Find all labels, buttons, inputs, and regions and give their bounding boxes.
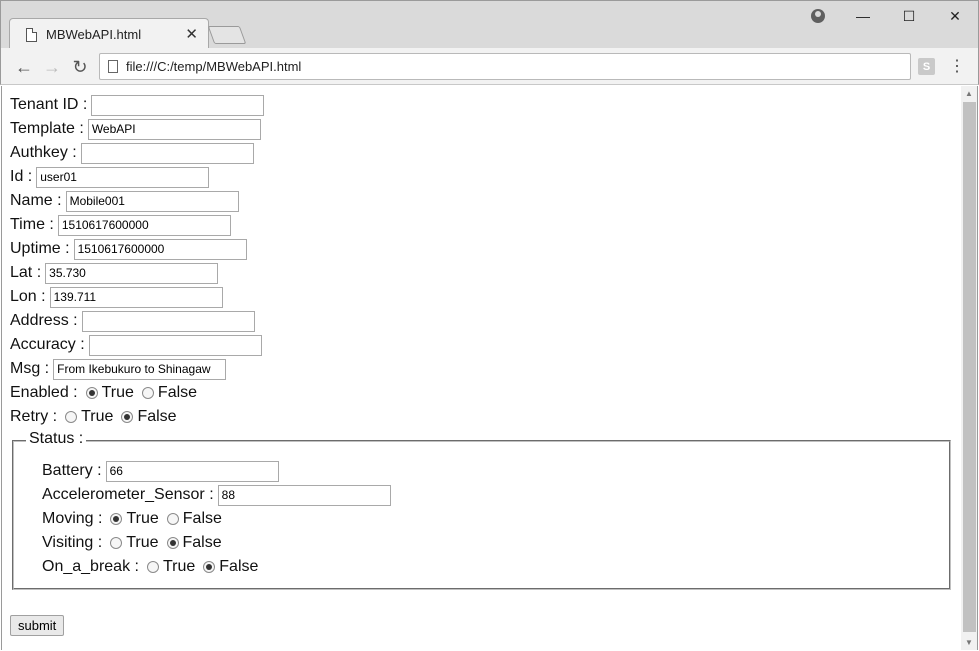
moving-true-label: True <box>126 510 159 527</box>
moving-false-radio[interactable] <box>166 513 179 525</box>
retry-false-radio[interactable] <box>121 411 134 423</box>
authkey-row: Authkey : <box>10 141 254 165</box>
moving-false-label: False <box>182 510 222 527</box>
time-label: Time : <box>10 216 54 233</box>
maximize-button[interactable]: ☐ <box>886 1 932 31</box>
tab-close-icon[interactable]: ✕ <box>185 25 198 43</box>
new-tab-button[interactable] <box>207 26 247 44</box>
visiting-true-radio[interactable] <box>110 537 123 549</box>
id-label: Id : <box>10 168 33 185</box>
enabled-row: Enabled : True False <box>10 381 197 405</box>
visiting-false-radio[interactable] <box>166 537 179 549</box>
accuracy-label: Accuracy : <box>10 336 85 353</box>
scroll-thumb[interactable] <box>963 102 976 632</box>
enabled-false-label: False <box>157 384 198 401</box>
page-content: Tenant ID : Template : Authkey : Id : Na… <box>1 86 961 650</box>
scroll-up-icon[interactable]: ▲ <box>965 89 973 98</box>
on-a-break-false-label: False <box>219 558 259 575</box>
name-row: Name : <box>10 189 239 213</box>
uptime-input[interactable] <box>73 238 247 260</box>
url-text: file:///C:/temp/MBWebAPI.html <box>126 59 302 74</box>
msg-input[interactable] <box>53 358 227 380</box>
close-window-button[interactable]: ✕ <box>932 1 978 31</box>
uptime-label: Uptime : <box>10 240 70 257</box>
tenant-id-input[interactable] <box>91 94 265 116</box>
lat-row: Lat : <box>10 261 219 285</box>
lon-input[interactable] <box>49 286 223 308</box>
vertical-scrollbar[interactable]: ▲ ▼ <box>961 86 978 650</box>
on-a-break-row: On_a_break : True False <box>42 555 258 579</box>
tab-title: MBWebAPI.html <box>46 27 142 42</box>
retry-false-label: False <box>137 408 177 425</box>
accuracy-row: Accuracy : <box>10 333 262 357</box>
submit-button[interactable]: submit <box>10 615 65 636</box>
minimize-button[interactable]: — <box>840 1 886 31</box>
moving-row: Moving : True False <box>42 507 222 531</box>
enabled-false-radio[interactable] <box>141 387 154 399</box>
address-label: Address : <box>10 312 78 329</box>
name-label: Name : <box>10 192 62 209</box>
msg-label: Msg : <box>10 360 50 377</box>
address-input[interactable] <box>81 310 255 332</box>
time-row: Time : <box>10 213 231 237</box>
visiting-label: Visiting : <box>42 534 103 551</box>
id-input[interactable] <box>36 166 210 188</box>
tenant-id-label: Tenant ID : <box>10 96 88 113</box>
battery-row: Battery : <box>42 459 279 483</box>
profile-icon[interactable] <box>811 9 825 23</box>
status-legend: Status : <box>26 430 87 448</box>
accelerometer-label: Accelerometer_Sensor : <box>42 486 214 503</box>
on-a-break-false-radio[interactable] <box>203 561 216 573</box>
battery-label: Battery : <box>42 462 102 479</box>
window-titlebar: MBWebAPI.html ✕ — ☐ ✕ <box>0 0 979 49</box>
enabled-true-radio[interactable] <box>85 387 98 399</box>
name-input[interactable] <box>65 190 239 212</box>
accelerometer-input[interactable] <box>217 484 391 506</box>
back-button[interactable]: ← <box>13 56 35 78</box>
on-a-break-true-label: True <box>162 558 196 575</box>
enabled-label: Enabled : <box>10 384 78 401</box>
address-row: Address : <box>10 309 255 333</box>
template-row: Template : <box>10 117 261 141</box>
visiting-true-label: True <box>126 534 159 551</box>
lat-input[interactable] <box>45 262 219 284</box>
id-row: Id : <box>10 165 210 189</box>
browser-tab[interactable]: MBWebAPI.html ✕ <box>9 18 209 49</box>
on-a-break-label: On_a_break : <box>42 558 139 575</box>
battery-input[interactable] <box>105 460 279 482</box>
on-a-break-true-radio[interactable] <box>146 561 159 573</box>
enabled-true-label: True <box>101 384 134 401</box>
browser-toolbar: ← → ↻ file:///C:/temp/MBWebAPI.html S ⋮ <box>0 48 979 85</box>
visiting-false-label: False <box>182 534 222 551</box>
reload-button[interactable]: ↻ <box>69 56 91 78</box>
retry-true-label: True <box>81 408 114 425</box>
page-icon <box>108 60 118 73</box>
visiting-row: Visiting : True False <box>42 531 222 555</box>
lat-label: Lat : <box>10 264 42 281</box>
time-input[interactable] <box>57 214 231 236</box>
moving-label: Moving : <box>42 510 103 527</box>
extension-icon[interactable]: S <box>918 58 935 75</box>
template-input[interactable] <box>87 118 261 140</box>
retry-row: Retry : True False <box>10 405 177 429</box>
address-bar[interactable]: file:///C:/temp/MBWebAPI.html <box>99 53 911 80</box>
msg-row: Msg : <box>10 357 227 381</box>
page-icon <box>26 28 37 42</box>
forward-button[interactable]: → <box>41 56 63 78</box>
retry-true-radio[interactable] <box>65 411 78 423</box>
scroll-down-icon[interactable]: ▼ <box>965 638 973 647</box>
authkey-input[interactable] <box>80 142 254 164</box>
tenant-id-row: Tenant ID : <box>10 93 265 117</box>
uptime-row: Uptime : <box>10 237 247 261</box>
lon-label: Lon : <box>10 288 46 305</box>
template-label: Template : <box>10 120 84 137</box>
accelerometer-row: Accelerometer_Sensor : <box>42 483 391 507</box>
accuracy-input[interactable] <box>88 334 262 356</box>
lon-row: Lon : <box>10 285 223 309</box>
authkey-label: Authkey : <box>10 144 77 161</box>
moving-true-radio[interactable] <box>110 513 123 525</box>
window-controls: — ☐ ✕ <box>840 1 978 31</box>
menu-icon[interactable]: ⋮ <box>949 56 965 76</box>
retry-label: Retry : <box>10 408 58 425</box>
